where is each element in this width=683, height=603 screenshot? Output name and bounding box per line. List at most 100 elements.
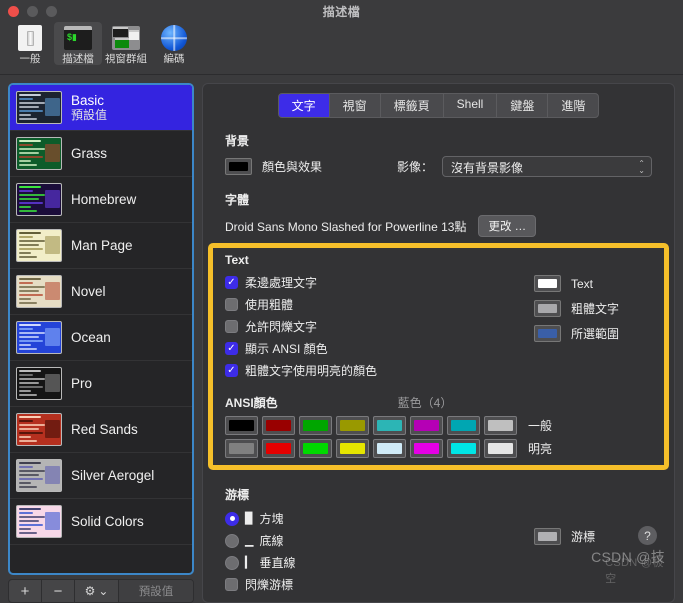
toolbar-label-general: 一般 bbox=[19, 53, 41, 65]
profile-list-item[interactable]: Grass bbox=[10, 131, 192, 177]
ansi-normal-swatch-3[interactable] bbox=[336, 416, 369, 435]
help-button[interactable]: ? bbox=[638, 526, 657, 545]
background-color-well[interactable] bbox=[225, 158, 252, 175]
settings-tabbar: 文字 視窗 標籤頁 Shell 鍵盤 進階 bbox=[203, 93, 674, 118]
checkbox[interactable]: ✓ bbox=[225, 342, 238, 355]
profile-list-item[interactable]: Ocean bbox=[10, 315, 192, 361]
profile-name: Solid Colors bbox=[71, 514, 144, 529]
profile-list-item[interactable]: Novel bbox=[10, 269, 192, 315]
ansi-swatch-fill bbox=[303, 420, 328, 431]
background-image-label: 影像： bbox=[396, 160, 433, 174]
cursor-option-row[interactable]: ▉ 方塊 bbox=[225, 510, 534, 527]
profile-list-item[interactable]: Basic 預設值 bbox=[10, 85, 192, 131]
profile-name: Novel bbox=[71, 284, 106, 299]
blink-cursor-checkbox[interactable] bbox=[225, 578, 238, 591]
profile-list-item[interactable]: Red Sands bbox=[10, 407, 192, 453]
color-well-row: Text bbox=[534, 275, 652, 292]
checkbox[interactable]: ✓ bbox=[225, 276, 238, 289]
ansi-normal-swatch-6[interactable] bbox=[447, 416, 480, 435]
profile-list-item[interactable]: Solid Colors bbox=[10, 499, 192, 545]
color-well-label: 所選範圍 bbox=[571, 327, 620, 341]
ansi-bright-swatch-4[interactable] bbox=[373, 439, 406, 458]
color-well-粗體文字[interactable] bbox=[534, 300, 561, 317]
text-option-row[interactable]: ✓ 柔邊處理文字 bbox=[225, 274, 534, 291]
cursor-option-row[interactable]: ▁ 底線 bbox=[225, 532, 534, 549]
add-profile-button[interactable]: + bbox=[9, 580, 42, 602]
profile-list-item[interactable]: Man Page bbox=[10, 223, 192, 269]
profile-actions-menu-button[interactable]: ⚙ ⌄ bbox=[75, 580, 119, 602]
cursor-heading: 游標 bbox=[225, 488, 250, 502]
settings-tab-Shell[interactable]: Shell bbox=[444, 94, 498, 117]
toolbar-item-general[interactable]: 一般 bbox=[6, 22, 54, 65]
background-image-popup[interactable]: 沒有背景影像 ⌃ ⌄ bbox=[442, 156, 652, 177]
change-font-button[interactable]: 更改 … bbox=[478, 215, 537, 237]
ansi-normal-swatch-0[interactable] bbox=[225, 416, 258, 435]
ansi-bright-label: 明亮 bbox=[528, 442, 553, 456]
text-color-wells: Text 粗體文字所選範圍 bbox=[534, 274, 652, 350]
ansi-bright-swatch-7[interactable] bbox=[484, 439, 517, 458]
background-section: 背景 顏色與效果 影像： 沒有背景影像 ⌃ ⌄ bbox=[203, 132, 674, 177]
settings-tab-標籤頁[interactable]: 標籤頁 bbox=[381, 94, 444, 117]
profile-list-item[interactable]: Homebrew bbox=[10, 177, 192, 223]
ansi-bright-swatch-5[interactable] bbox=[410, 439, 443, 458]
ansi-bright-swatch-0[interactable] bbox=[225, 439, 258, 458]
ansi-normal-swatch-5[interactable] bbox=[410, 416, 443, 435]
profile-settings-panel: 文字 視窗 標籤頁 Shell 鍵盤 進階 背景 顏色與效果 影像： 沒有背景影像 ⌃ ⌄ bbox=[202, 83, 675, 603]
text-option-row[interactable]: ✓ 顯示 ANSI 顏色 bbox=[225, 340, 534, 357]
cursor-radio-group: ▉ 方塊 ▁ 底線 ▎ 垂直線閃爍游標 bbox=[225, 510, 534, 598]
radio-underline[interactable] bbox=[225, 533, 239, 548]
checkbox[interactable]: ✓ bbox=[225, 364, 238, 377]
ansi-swatch-fill bbox=[451, 443, 476, 454]
font-section: 字體 Droid Sans Mono Slashed for Powerline… bbox=[203, 191, 674, 237]
text-option-row[interactable]: 使用粗體 bbox=[225, 296, 534, 313]
profile-list-item[interactable]: Silver Aerogel bbox=[10, 453, 192, 499]
ansi-bright-swatch-1[interactable] bbox=[262, 439, 295, 458]
radio-block[interactable] bbox=[225, 511, 239, 526]
text-option-row[interactable]: 允許閃爍文字 bbox=[225, 318, 534, 335]
toolbar-item-window-groups[interactable]: 視窗群組 bbox=[102, 22, 150, 65]
minimize-button[interactable] bbox=[27, 6, 38, 17]
settings-tab-文字[interactable]: 文字 bbox=[278, 94, 330, 117]
cursor-color-well[interactable] bbox=[534, 528, 561, 545]
close-button[interactable] bbox=[8, 6, 19, 17]
color-well-row: 粗體文字 bbox=[534, 300, 652, 317]
set-default-button[interactable]: 預設值 bbox=[119, 580, 193, 602]
text-section-wrapper: Text ✓ 柔邊處理文字 使用粗體允許閃爍文字 ✓ 顯示 ANSI 顏色 ✓ 粗體文字使用… bbox=[203, 241, 674, 472]
ansi-heading: ANSI顏色 bbox=[225, 396, 278, 410]
ansi-bright-swatch-2[interactable] bbox=[299, 439, 332, 458]
profile-thumbnail bbox=[16, 413, 62, 446]
ansi-swatch-fill bbox=[414, 443, 439, 454]
profile-name: Basic bbox=[71, 92, 105, 108]
profile-list[interactable]: Basic 預設值 Grass Homebrew Man Page Novel Ocean P… bbox=[8, 83, 194, 575]
text-option-row[interactable]: ✓ 粗體文字使用明亮的顏色 bbox=[225, 362, 534, 379]
toolbar-item-encoding[interactable]: 編碼 bbox=[150, 22, 198, 65]
ansi-bright-swatch-6[interactable] bbox=[447, 439, 480, 458]
checkbox-label: 允許閃爍文字 bbox=[245, 320, 318, 334]
ansi-bright-swatch-3[interactable] bbox=[336, 439, 369, 458]
checkbox[interactable] bbox=[225, 320, 238, 333]
color-well-Text[interactable] bbox=[534, 275, 561, 292]
zoom-button[interactable] bbox=[46, 6, 57, 17]
ansi-normal-swatch-4[interactable] bbox=[373, 416, 406, 435]
ansi-normal-swatch-7[interactable] bbox=[484, 416, 517, 435]
settings-tab-視窗[interactable]: 視窗 bbox=[330, 94, 381, 117]
ansi-normal-swatch-2[interactable] bbox=[299, 416, 332, 435]
cursor-blink-row[interactable]: 閃爍游標 bbox=[225, 576, 534, 593]
settings-tab-鍵盤[interactable]: 鍵盤 bbox=[497, 94, 549, 117]
radio-vertical-bar[interactable] bbox=[225, 555, 239, 570]
ansi-normal-swatch-1[interactable] bbox=[262, 416, 295, 435]
encoding-globe-icon bbox=[159, 24, 189, 52]
settings-tab-進階[interactable]: 進階 bbox=[548, 94, 598, 117]
ansi-swatch-fill bbox=[229, 420, 254, 431]
remove-profile-button[interactable]: − bbox=[42, 580, 75, 602]
profile-list-item[interactable]: Pro bbox=[10, 361, 192, 407]
color-well-label: 粗體文字 bbox=[571, 302, 620, 316]
ansi-swatch-fill bbox=[340, 443, 365, 454]
profile-name-block: Homebrew bbox=[71, 192, 136, 207]
checkbox[interactable] bbox=[225, 298, 238, 311]
chevron-down-icon: ⌄ bbox=[98, 584, 109, 598]
font-value-label: Droid Sans Mono Slashed for Powerline 13… bbox=[225, 219, 467, 234]
toolbar-item-profiles[interactable]: $▮ 描述檔 bbox=[54, 22, 102, 65]
color-well-所選範圍[interactable] bbox=[534, 325, 561, 342]
cursor-option-row[interactable]: ▎ 垂直線 bbox=[225, 554, 534, 571]
